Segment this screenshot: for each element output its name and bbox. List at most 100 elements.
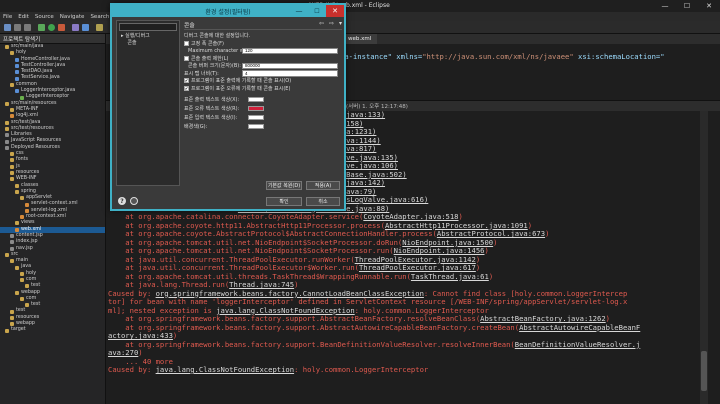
forward-arrow-icon[interactable]: ⇨ bbox=[329, 20, 334, 27]
console-process-info: (서버) 1. 오후 12:17:48) bbox=[346, 104, 408, 110]
console-preference-page: 콘솔 ⇦ ⇨ ▾ 디버그 콘솔에 대한 설정입니다. 고정 폭 콘솔(F) Ma… bbox=[184, 20, 342, 190]
view-menu-icon[interactable]: ▾ bbox=[339, 20, 342, 27]
tab-width-row: 표시 탭 너비(T): bbox=[184, 70, 342, 78]
tree-node-icon bbox=[20, 95, 24, 100]
tree-node-icon bbox=[25, 284, 29, 289]
limit-output-checkbox[interactable] bbox=[184, 55, 189, 61]
tree-node-icon bbox=[25, 202, 29, 207]
back-arrow-icon[interactable]: ⇦ bbox=[319, 20, 324, 27]
tree-node-icon bbox=[5, 45, 9, 50]
limit-output-row: 콘솔 출력 제한(L) bbox=[184, 55, 342, 63]
color-row: 배경색(G): bbox=[184, 122, 342, 131]
tree-node-icon bbox=[5, 328, 9, 333]
save-icon[interactable] bbox=[14, 24, 21, 31]
minimize-icon[interactable]: — bbox=[654, 0, 676, 12]
tree-node-icon bbox=[5, 133, 9, 138]
tree-node-icon bbox=[20, 278, 24, 283]
stacktrace-link[interactable]: BeanDefinitionValueResolver.j bbox=[515, 340, 641, 349]
import-export-icon[interactable] bbox=[130, 197, 138, 205]
scrollbar-thumb[interactable] bbox=[701, 351, 707, 391]
show-stdout-checkbox[interactable]: ✔ bbox=[184, 78, 189, 84]
tree-item-run-debug[interactable]: ▸ 실행/디버그 bbox=[117, 33, 179, 40]
menu-item[interactable]: Search bbox=[90, 14, 109, 20]
show-stdout-label: 프로그램이 표준 출력에 기록할 때 콘솔 표시(O) bbox=[191, 78, 292, 85]
dialog-maximize-icon[interactable]: ☐ bbox=[308, 5, 326, 17]
dialog-title-bar: 환경 설정(필터됨) — ☐ ✕ bbox=[112, 5, 344, 17]
color-swatch-button[interactable] bbox=[248, 114, 264, 121]
tab-width-input[interactable] bbox=[242, 70, 338, 77]
preference-tree-panel: ▸ 실행/디버그 콘솔 bbox=[116, 20, 180, 186]
run-icon[interactable] bbox=[48, 24, 55, 31]
filter-input[interactable] bbox=[119, 23, 177, 31]
max-width-input[interactable] bbox=[242, 47, 338, 54]
stacktrace-link[interactable]: TaskThread.java:61 bbox=[411, 272, 489, 281]
menu-item[interactable]: Navigate bbox=[60, 14, 85, 20]
tree-item-label: test bbox=[31, 302, 41, 308]
buffer-size-input[interactable] bbox=[242, 62, 338, 69]
project-explorer: 프로젝트 탐색기 src/main/java holy HomeController… bbox=[0, 34, 106, 404]
xml-attr: ma-instance" bbox=[340, 52, 392, 61]
tree-node-icon bbox=[10, 158, 14, 163]
help-icon[interactable]: ? bbox=[118, 197, 126, 205]
tree-node-icon bbox=[10, 51, 14, 56]
show-stdout-row: ✔ 프로그램이 표준 출력에 기록할 때 콘솔 표시(O) bbox=[184, 77, 342, 85]
tree-node-icon bbox=[15, 183, 19, 188]
tab-width-label: 표시 탭 너비(T): bbox=[184, 70, 219, 77]
show-stderr-checkbox[interactable]: ✔ bbox=[184, 85, 189, 91]
open-type-icon[interactable] bbox=[96, 24, 103, 31]
dialog-title: 환경 설정(필터됨) bbox=[205, 8, 251, 16]
stacktrace-link[interactable]: AbstractAutowireCapableBeanF bbox=[519, 323, 640, 332]
console-scrollbar[interactable] bbox=[700, 111, 708, 404]
menu-item[interactable]: Edit bbox=[18, 14, 29, 20]
color-swatch-button[interactable] bbox=[248, 105, 264, 112]
tree-node-icon bbox=[15, 70, 19, 75]
fixed-width-checkbox[interactable] bbox=[184, 40, 189, 46]
tree-node-icon bbox=[10, 240, 14, 245]
project-explorer-tab[interactable]: 프로젝트 탐색기 bbox=[0, 34, 105, 44]
color-swatch-button[interactable] bbox=[248, 123, 264, 130]
new-java-class-icon[interactable] bbox=[82, 24, 89, 31]
tree-node-icon bbox=[20, 297, 24, 302]
fixed-width-row: 고정 폭 콘솔(F) bbox=[184, 40, 342, 48]
close-icon[interactable]: ✕ bbox=[698, 0, 720, 12]
buffer-size-row: 콘솔 버퍼 크기(문자)(B): bbox=[184, 62, 342, 70]
restore-defaults-button[interactable]: 기본값 복원(D) bbox=[266, 181, 302, 190]
maximize-icon[interactable]: ☐ bbox=[676, 0, 698, 12]
xml-source-line[interactable]: ma-instance" xmlns="http://java.sun.com/… bbox=[340, 52, 665, 61]
color-row: 표준 오류 텍스트 색상(R): bbox=[184, 104, 342, 113]
xml-attr: xsi:schemaLocation=" bbox=[573, 52, 665, 61]
color-label: 표준 오류 텍스트 색상(R): bbox=[184, 106, 240, 112]
tree-node-icon bbox=[10, 171, 14, 176]
tree-node-icon bbox=[5, 101, 9, 106]
color-settings: 표준 출력 텍스트 색상(X): 표준 오류 텍스트 색상(R): 표준 입력 텍스… bbox=[184, 95, 342, 131]
console-text: at org.springframework.beans.factory.sup… bbox=[108, 339, 515, 349]
debug-icon[interactable] bbox=[38, 24, 45, 31]
editor-tab-web-xml[interactable]: web.xml bbox=[342, 34, 378, 44]
new-java-package-icon[interactable] bbox=[72, 24, 79, 31]
window-controls: — ☐ ✕ bbox=[654, 0, 720, 12]
title-bar: pp/WEB-INF/web.xml - Eclipse — ☐ ✕ bbox=[0, 0, 720, 12]
tree-item[interactable]: target bbox=[0, 327, 105, 333]
console-line: at org.springframework.beans.factory.sup… bbox=[108, 339, 698, 350]
print-icon[interactable] bbox=[24, 24, 31, 31]
dialog-close-icon[interactable]: ✕ bbox=[326, 5, 344, 17]
tree-node-icon bbox=[10, 322, 14, 327]
dialog-minimize-icon[interactable]: — bbox=[290, 5, 308, 17]
xml-string: "http://java.sun.com/xml/ns/javaee" bbox=[422, 52, 574, 61]
color-swatch-button[interactable] bbox=[248, 96, 264, 103]
apply-button[interactable]: 적용(A) bbox=[306, 181, 340, 190]
tree-node-icon bbox=[25, 303, 29, 308]
tree-node-icon bbox=[20, 271, 24, 276]
ok-button[interactable]: 확인 bbox=[266, 197, 302, 206]
project-tree: src/main/java holy HomeController.java Test… bbox=[0, 44, 105, 334]
external-tools-icon[interactable] bbox=[58, 24, 65, 31]
new-icon[interactable] bbox=[4, 24, 11, 31]
menu-item[interactable]: Source bbox=[35, 14, 54, 20]
tree-node-icon bbox=[15, 189, 19, 194]
menu-item[interactable]: File bbox=[3, 14, 12, 20]
tree-node-icon bbox=[5, 120, 9, 125]
page-header: 콘솔 ⇦ ⇨ ▾ bbox=[184, 20, 342, 30]
tree-item-console[interactable]: 콘솔 bbox=[117, 40, 179, 47]
cancel-button[interactable]: 취소 bbox=[306, 197, 340, 206]
stacktrace-link[interactable]: java.lang.ClassNotFoundException bbox=[156, 365, 294, 374]
